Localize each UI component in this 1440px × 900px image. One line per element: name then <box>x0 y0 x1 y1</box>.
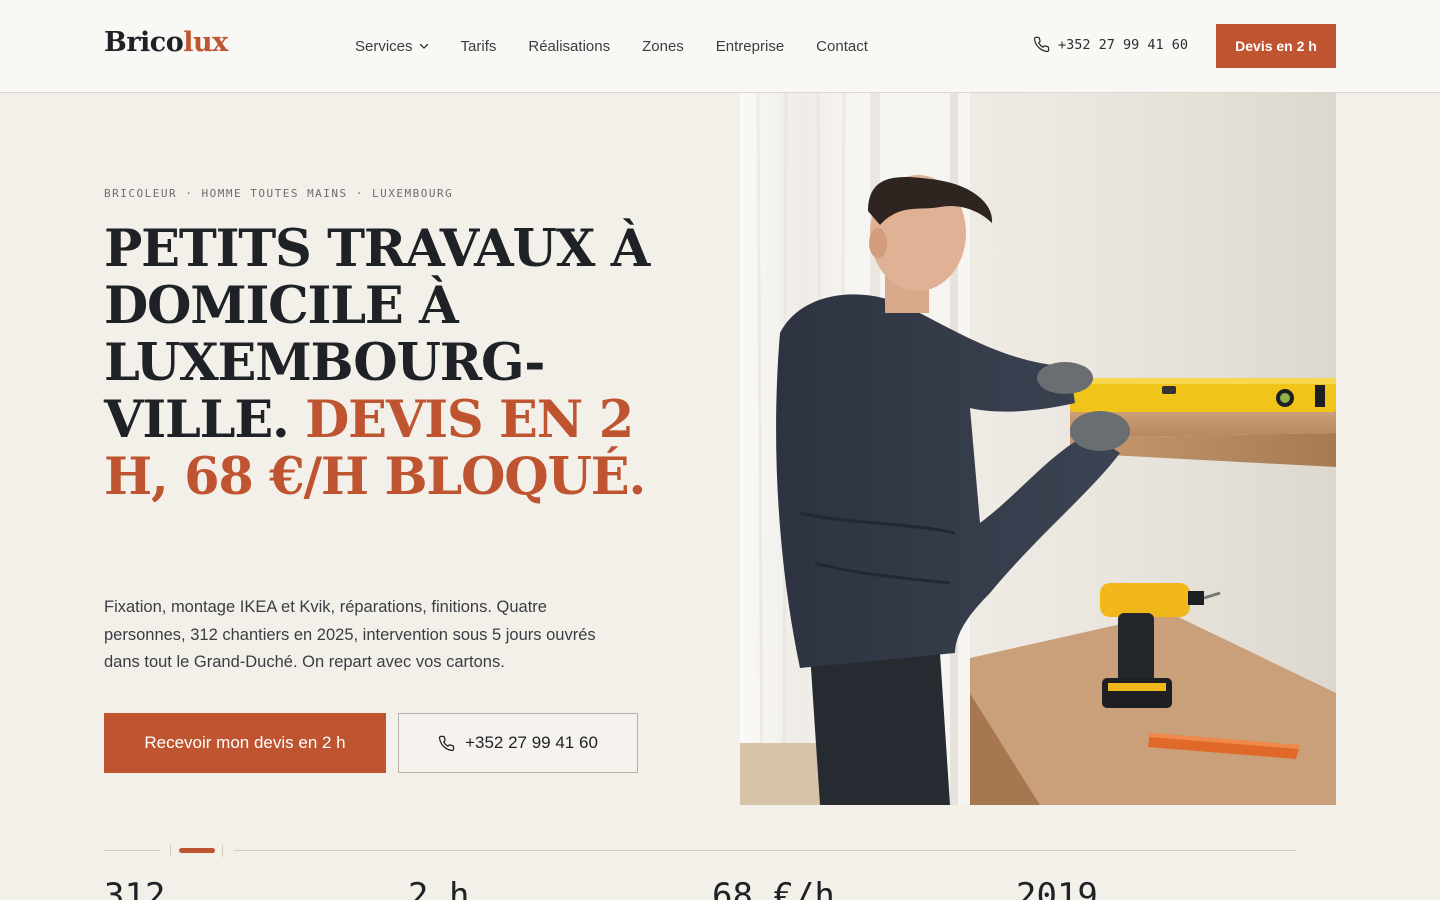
hero-headline: PETITS TRAVAUX À DOMICILE À LUXEMBOURG-V… <box>104 221 664 506</box>
chevron-down-icon <box>419 43 428 49</box>
site-header: Bricolux Services Tarifs Réalisations Zo… <box>0 0 1440 93</box>
stat-quote-time: 2 h <box>408 876 470 900</box>
phone-icon <box>438 735 455 751</box>
brand-name-part1: Brico <box>104 27 184 58</box>
request-quote-button[interactable]: Recevoir mon devis en 2 h <box>104 713 386 773</box>
nav-item-realisations[interactable]: Réalisations <box>528 38 610 55</box>
nav-item-label: Tarifs <box>460 37 497 55</box>
header-phone-number: +352 27 99 41 60 <box>1058 36 1189 53</box>
header-phone-link[interactable]: +352 27 99 41 60 <box>1033 36 1188 53</box>
stat-hourly-rate: 68 €/h <box>712 876 835 900</box>
main-nav: Services Tarifs Réalisations Zones Entre… <box>355 35 868 57</box>
progress-line <box>104 850 160 851</box>
nav-item-services[interactable]: Services <box>355 38 429 55</box>
stat-founded-year: 2019 <box>1016 876 1098 900</box>
hero-intro: Fixation, montage IKEA et Kvik, réparati… <box>104 598 596 671</box>
phone-icon <box>1033 36 1050 53</box>
progress-line <box>234 850 1296 851</box>
nav-item-contact[interactable]: Contact <box>816 38 868 55</box>
nav-item-label: Contact <box>816 37 868 55</box>
brand-name-part2: lux <box>183 27 228 58</box>
hero-photo-handyman-shelf <box>740 93 1336 805</box>
stats-row: 312 2 h 68 €/h 2019 <box>104 876 1296 900</box>
nav-item-label: Entreprise <box>715 37 785 55</box>
nav-item-label: Zones <box>642 37 684 55</box>
call-phone-button[interactable]: +352 27 99 41 60 <box>398 713 638 773</box>
nav-item-entreprise[interactable]: Entreprise <box>716 38 784 55</box>
progress-active-marker <box>179 848 215 853</box>
brand-logo[interactable]: Bricolux <box>104 26 228 60</box>
header-quote-button[interactable]: Devis en 2 h <box>1216 24 1336 68</box>
hero-eyebrow: BRICOLEUR · HOMME TOUTES MAINS · LUXEMBO… <box>104 187 454 200</box>
nav-item-label: Services <box>355 37 413 55</box>
nav-item-zones[interactable]: Zones <box>642 38 684 55</box>
progress-tick <box>170 845 171 857</box>
progress-tick <box>222 845 223 857</box>
nav-item-tarifs[interactable]: Tarifs <box>461 38 497 55</box>
nav-item-label: Réalisations <box>528 37 611 55</box>
stat-projects: 312 <box>104 876 166 900</box>
stats-progress-indicator <box>104 844 1296 858</box>
call-phone-number: +352 27 99 41 60 <box>465 733 598 752</box>
